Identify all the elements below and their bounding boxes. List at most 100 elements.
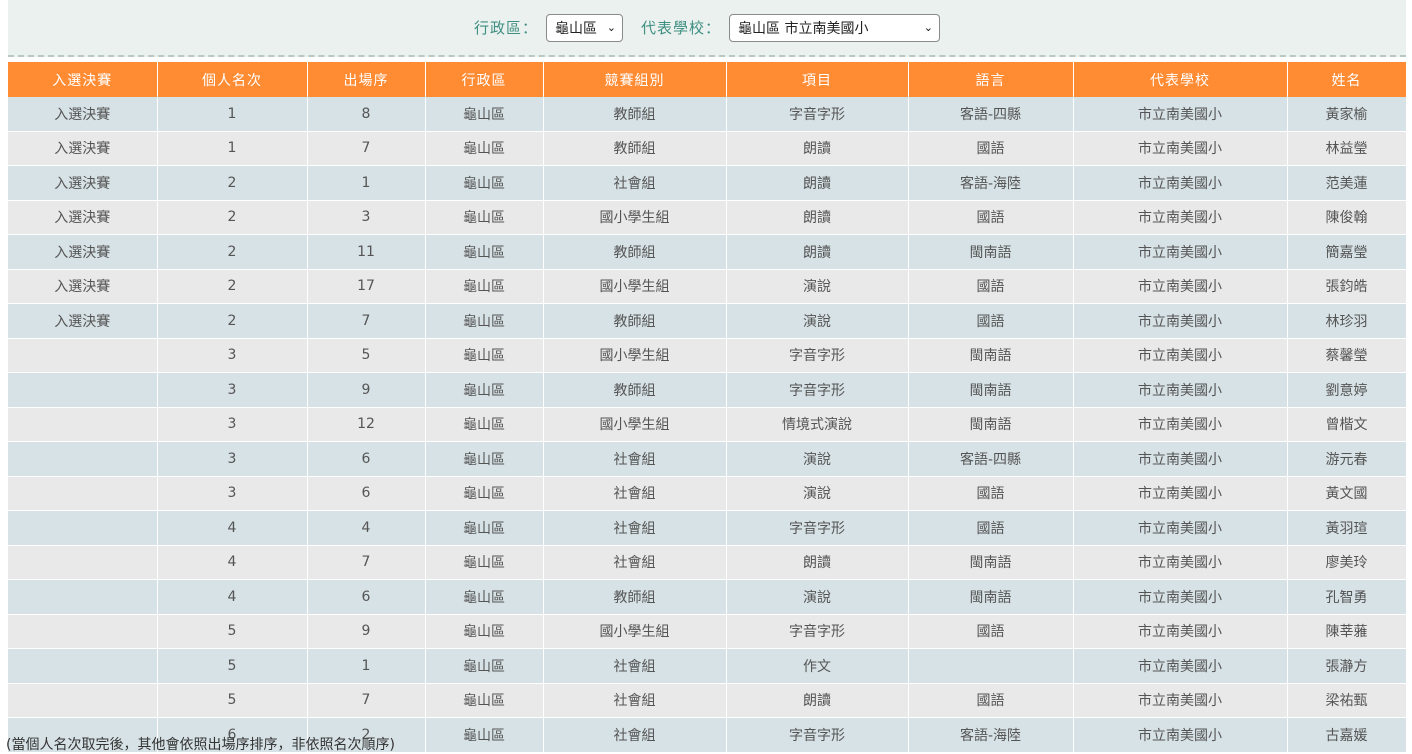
table-cell: 國語 <box>908 510 1074 546</box>
table-cell: 龜山區 <box>425 614 544 649</box>
table-cell <box>8 476 158 511</box>
table-cell: 市立南美國小 <box>1073 407 1288 442</box>
table-cell: 市立南美國小 <box>1073 717 1288 753</box>
table-cell: 龜山區 <box>425 269 544 304</box>
column-header: 個人名次 <box>157 62 308 97</box>
table-cell: 梁祐甄 <box>1287 683 1407 718</box>
table-cell: 2 <box>157 165 308 201</box>
table-cell: 情境式演說 <box>726 407 909 442</box>
table-cell: 龜山區 <box>425 683 544 718</box>
table-cell: 龜山區 <box>425 234 544 270</box>
table-cell: 張鈞皓 <box>1287 269 1407 304</box>
table-row: 5 9 龜山區 國小學生組 字音字形 國語 市立南美國小 陳莘蕥 <box>8 614 1407 649</box>
table-cell: 龜山區 <box>425 476 544 511</box>
table-cell: 閩南語 <box>908 372 1074 408</box>
table-cell: 朗讀 <box>726 200 909 235</box>
table-cell: 入選決賽 <box>8 97 158 132</box>
table-cell: 閩南語 <box>908 407 1074 442</box>
table-cell: 字音字形 <box>726 372 909 408</box>
district-select[interactable]: 龜山區 ⌄ <box>546 13 623 42</box>
table-cell: 市立南美國小 <box>1073 200 1288 235</box>
district-select-value: 龜山區 <box>555 20 597 37</box>
table-cell: 社會組 <box>543 717 727 753</box>
table-cell: 市立南美國小 <box>1073 131 1288 166</box>
table-cell: 國小學生組 <box>543 407 727 442</box>
table-cell: 客語-四縣 <box>908 97 1074 132</box>
table-cell: 閩南語 <box>908 545 1074 580</box>
table-cell: 社會組 <box>543 648 727 684</box>
table-row: 4 4 龜山區 社會組 字音字形 國語 市立南美國小 黃羽瑄 <box>8 510 1407 546</box>
school-label: 代表學校： <box>641 19 722 37</box>
table-cell: 3 <box>157 476 308 511</box>
table-cell: 國語 <box>908 683 1074 718</box>
table-cell: 6 <box>307 441 426 477</box>
table-cell: 2 <box>157 269 308 304</box>
table-cell: 林益瑩 <box>1287 131 1407 166</box>
column-header: 競賽組別 <box>543 62 727 97</box>
table-cell: 教師組 <box>543 579 727 615</box>
table-cell: 林珍羽 <box>1287 303 1407 339</box>
table-cell: 5 <box>307 338 426 373</box>
table-cell: 陳莘蕥 <box>1287 614 1407 649</box>
table-row: 3 12 龜山區 國小學生組 情境式演說 閩南語 市立南美國小 曾楷文 <box>8 407 1407 442</box>
table-cell: 蔡馨瑩 <box>1287 338 1407 373</box>
table-row: 入選決賽 1 8 龜山區 教師組 字音字形 客語-四縣 市立南美國小 黃家榆 <box>8 97 1407 132</box>
table-cell: 教師組 <box>543 303 727 339</box>
table-cell: 國語 <box>908 303 1074 339</box>
school-select[interactable]: 龜山區 市立南美國小 ⌄ <box>729 13 941 42</box>
table-cell: 閩南語 <box>908 338 1074 373</box>
table-cell: 龜山區 <box>425 441 544 477</box>
table-cell: 簡嘉瑩 <box>1287 234 1407 270</box>
table-cell <box>8 545 158 580</box>
table-cell: 龜山區 <box>425 303 544 339</box>
results-table: 入選決賽 個人名次 出場序 行政區 競賽組別 項目 語言 代表學校 姓名 入選決賽 1 8 龜山區 教師… <box>8 62 1407 753</box>
table-cell: 作文 <box>726 648 909 684</box>
table-cell: 朗讀 <box>726 234 909 270</box>
table-cell: 廖美玲 <box>1287 545 1407 580</box>
table-cell: 入選決賽 <box>8 269 158 304</box>
table-cell: 國小學生組 <box>543 269 727 304</box>
table-cell: 閩南語 <box>908 234 1074 270</box>
table-cell: 字音字形 <box>726 338 909 373</box>
table-cell: 演說 <box>726 476 909 511</box>
table-cell <box>8 372 158 408</box>
column-header: 行政區 <box>425 62 544 97</box>
table-cell: 龜山區 <box>425 165 544 201</box>
table-cell: 市立南美國小 <box>1073 441 1288 477</box>
table-cell: 龜山區 <box>425 97 544 132</box>
table-row: 入選決賽 2 1 龜山區 社會組 朗讀 客語-海陸 市立南美國小 范美蓮 <box>8 165 1407 201</box>
table-cell: 2 <box>157 200 308 235</box>
table-cell <box>8 407 158 442</box>
table-cell: 演說 <box>726 441 909 477</box>
table-cell: 4 <box>307 510 426 546</box>
table-cell <box>8 614 158 649</box>
table-cell: 龜山區 <box>425 648 544 684</box>
district-label: 行政區： <box>473 19 538 37</box>
table-cell: 客語-四縣 <box>908 441 1074 477</box>
school-select-value: 龜山區 市立南美國小 <box>738 20 869 37</box>
table-cell: 市立南美國小 <box>1073 545 1288 580</box>
table-cell: 字音字形 <box>726 717 909 753</box>
table-cell <box>8 510 158 546</box>
table-cell <box>8 579 158 615</box>
chevron-down-icon: ⌄ <box>606 21 616 34</box>
table-row: 5 7 龜山區 社會組 朗讀 國語 市立南美國小 梁祐甄 <box>8 683 1407 718</box>
table-cell: 市立南美國小 <box>1073 338 1288 373</box>
table-row: 3 9 龜山區 教師組 字音字形 閩南語 市立南美國小 劉意婷 <box>8 372 1407 408</box>
table-cell: 8 <box>307 97 426 132</box>
column-header: 姓名 <box>1287 62 1407 97</box>
table-cell: 龜山區 <box>425 510 544 546</box>
table-cell: 國小學生組 <box>543 614 727 649</box>
table-cell: 孔智勇 <box>1287 579 1407 615</box>
table-cell: 教師組 <box>543 234 727 270</box>
table-cell: 范美蓮 <box>1287 165 1407 201</box>
table-cell: 黃家榆 <box>1287 97 1407 132</box>
table-row: 3 5 龜山區 國小學生組 字音字形 閩南語 市立南美國小 蔡馨瑩 <box>8 338 1407 373</box>
table-cell: 市立南美國小 <box>1073 476 1288 511</box>
table-cell: 3 <box>157 338 308 373</box>
table-cell: 3 <box>157 407 308 442</box>
table-cell: 朗讀 <box>726 683 909 718</box>
table-cell: 教師組 <box>543 372 727 408</box>
table-cell: 4 <box>157 510 308 546</box>
table-cell: 教師組 <box>543 131 727 166</box>
